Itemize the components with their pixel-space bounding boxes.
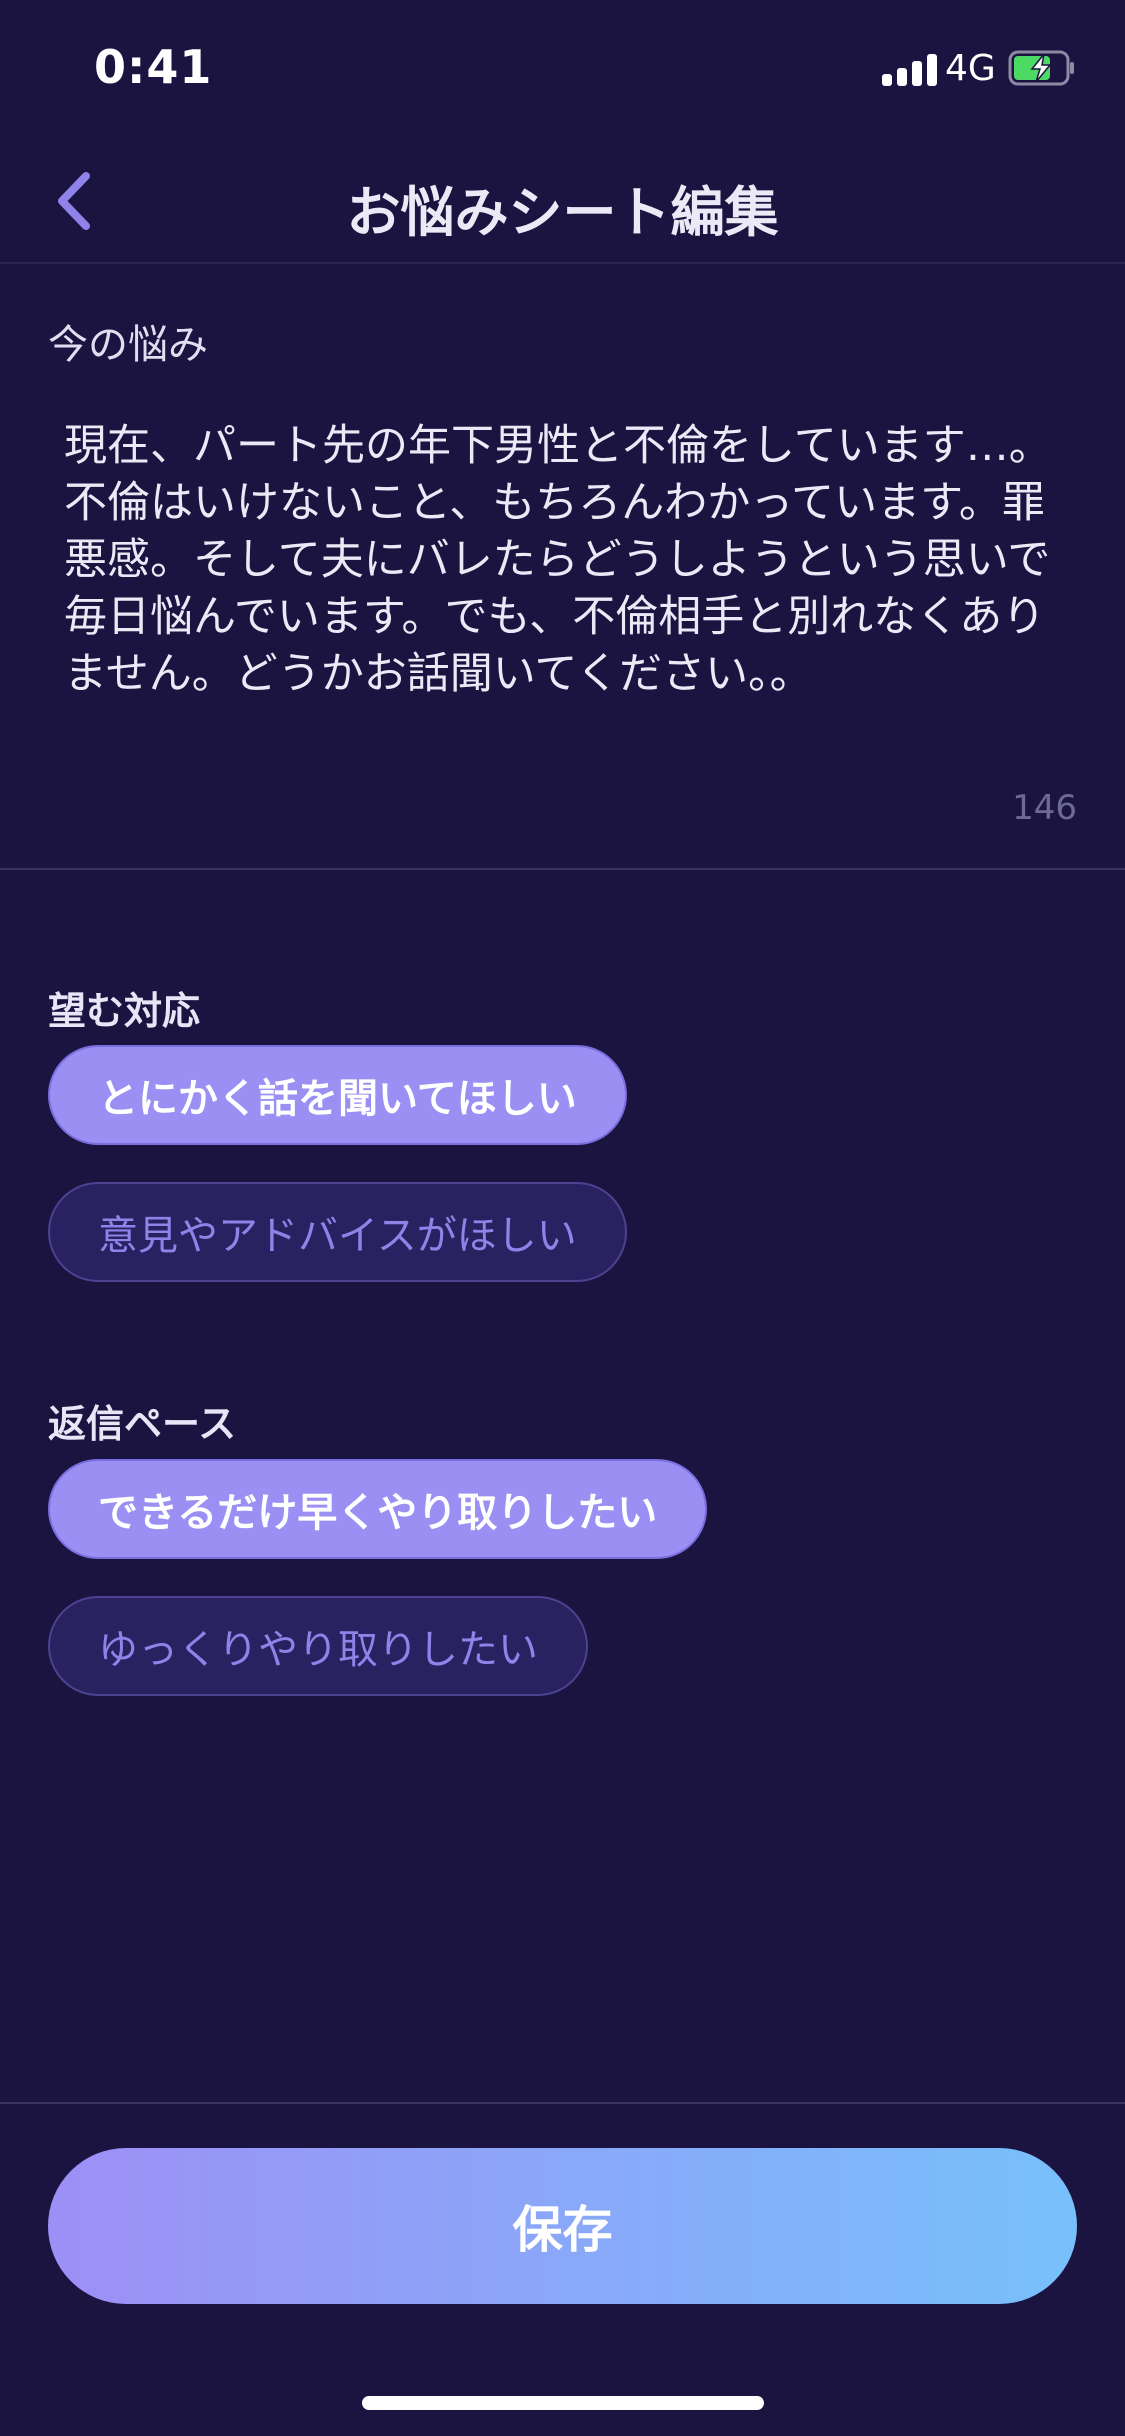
home-indicator bbox=[362, 2396, 764, 2410]
reply-pace-label: 返信ペース bbox=[48, 1402, 237, 1446]
save-button[interactable]: 保存 bbox=[48, 2148, 1077, 2304]
desired-response-label: 望む対応 bbox=[48, 989, 201, 1033]
status-time: 0:41 bbox=[94, 40, 213, 94]
option-listen[interactable]: とにかく話を聞いてほしい bbox=[48, 1045, 627, 1145]
signal-icon bbox=[882, 52, 938, 86]
option-fast-reply[interactable]: できるだけ早くやり取りしたい bbox=[48, 1459, 708, 1559]
bottom-divider bbox=[0, 2102, 1125, 2104]
page-title: お悩みシート編集 bbox=[346, 181, 779, 244]
option-advice[interactable]: 意見やアドバイスがほしい bbox=[48, 1182, 627, 1282]
network-type: 4G bbox=[945, 48, 996, 89]
char-count: 146 bbox=[1012, 788, 1077, 828]
battery-icon bbox=[1008, 50, 1074, 86]
worry-textarea[interactable]: 現在、パート先の年下男性と不倫をしています…。不倫はいけないこと、もちろんわかっ… bbox=[64, 418, 1064, 703]
option-slow-reply[interactable]: ゆっくりやり取りしたい bbox=[48, 1596, 588, 1696]
worry-section: 今の悩み 現在、パート先の年下男性と不倫をしています…。不倫はいけないこと、もち… bbox=[0, 264, 1125, 870]
status-bar: 0:41 4G bbox=[0, 0, 1125, 140]
worry-label: 今の悩み bbox=[48, 322, 208, 368]
nav-bar: お悩みシート編集 bbox=[0, 140, 1125, 264]
